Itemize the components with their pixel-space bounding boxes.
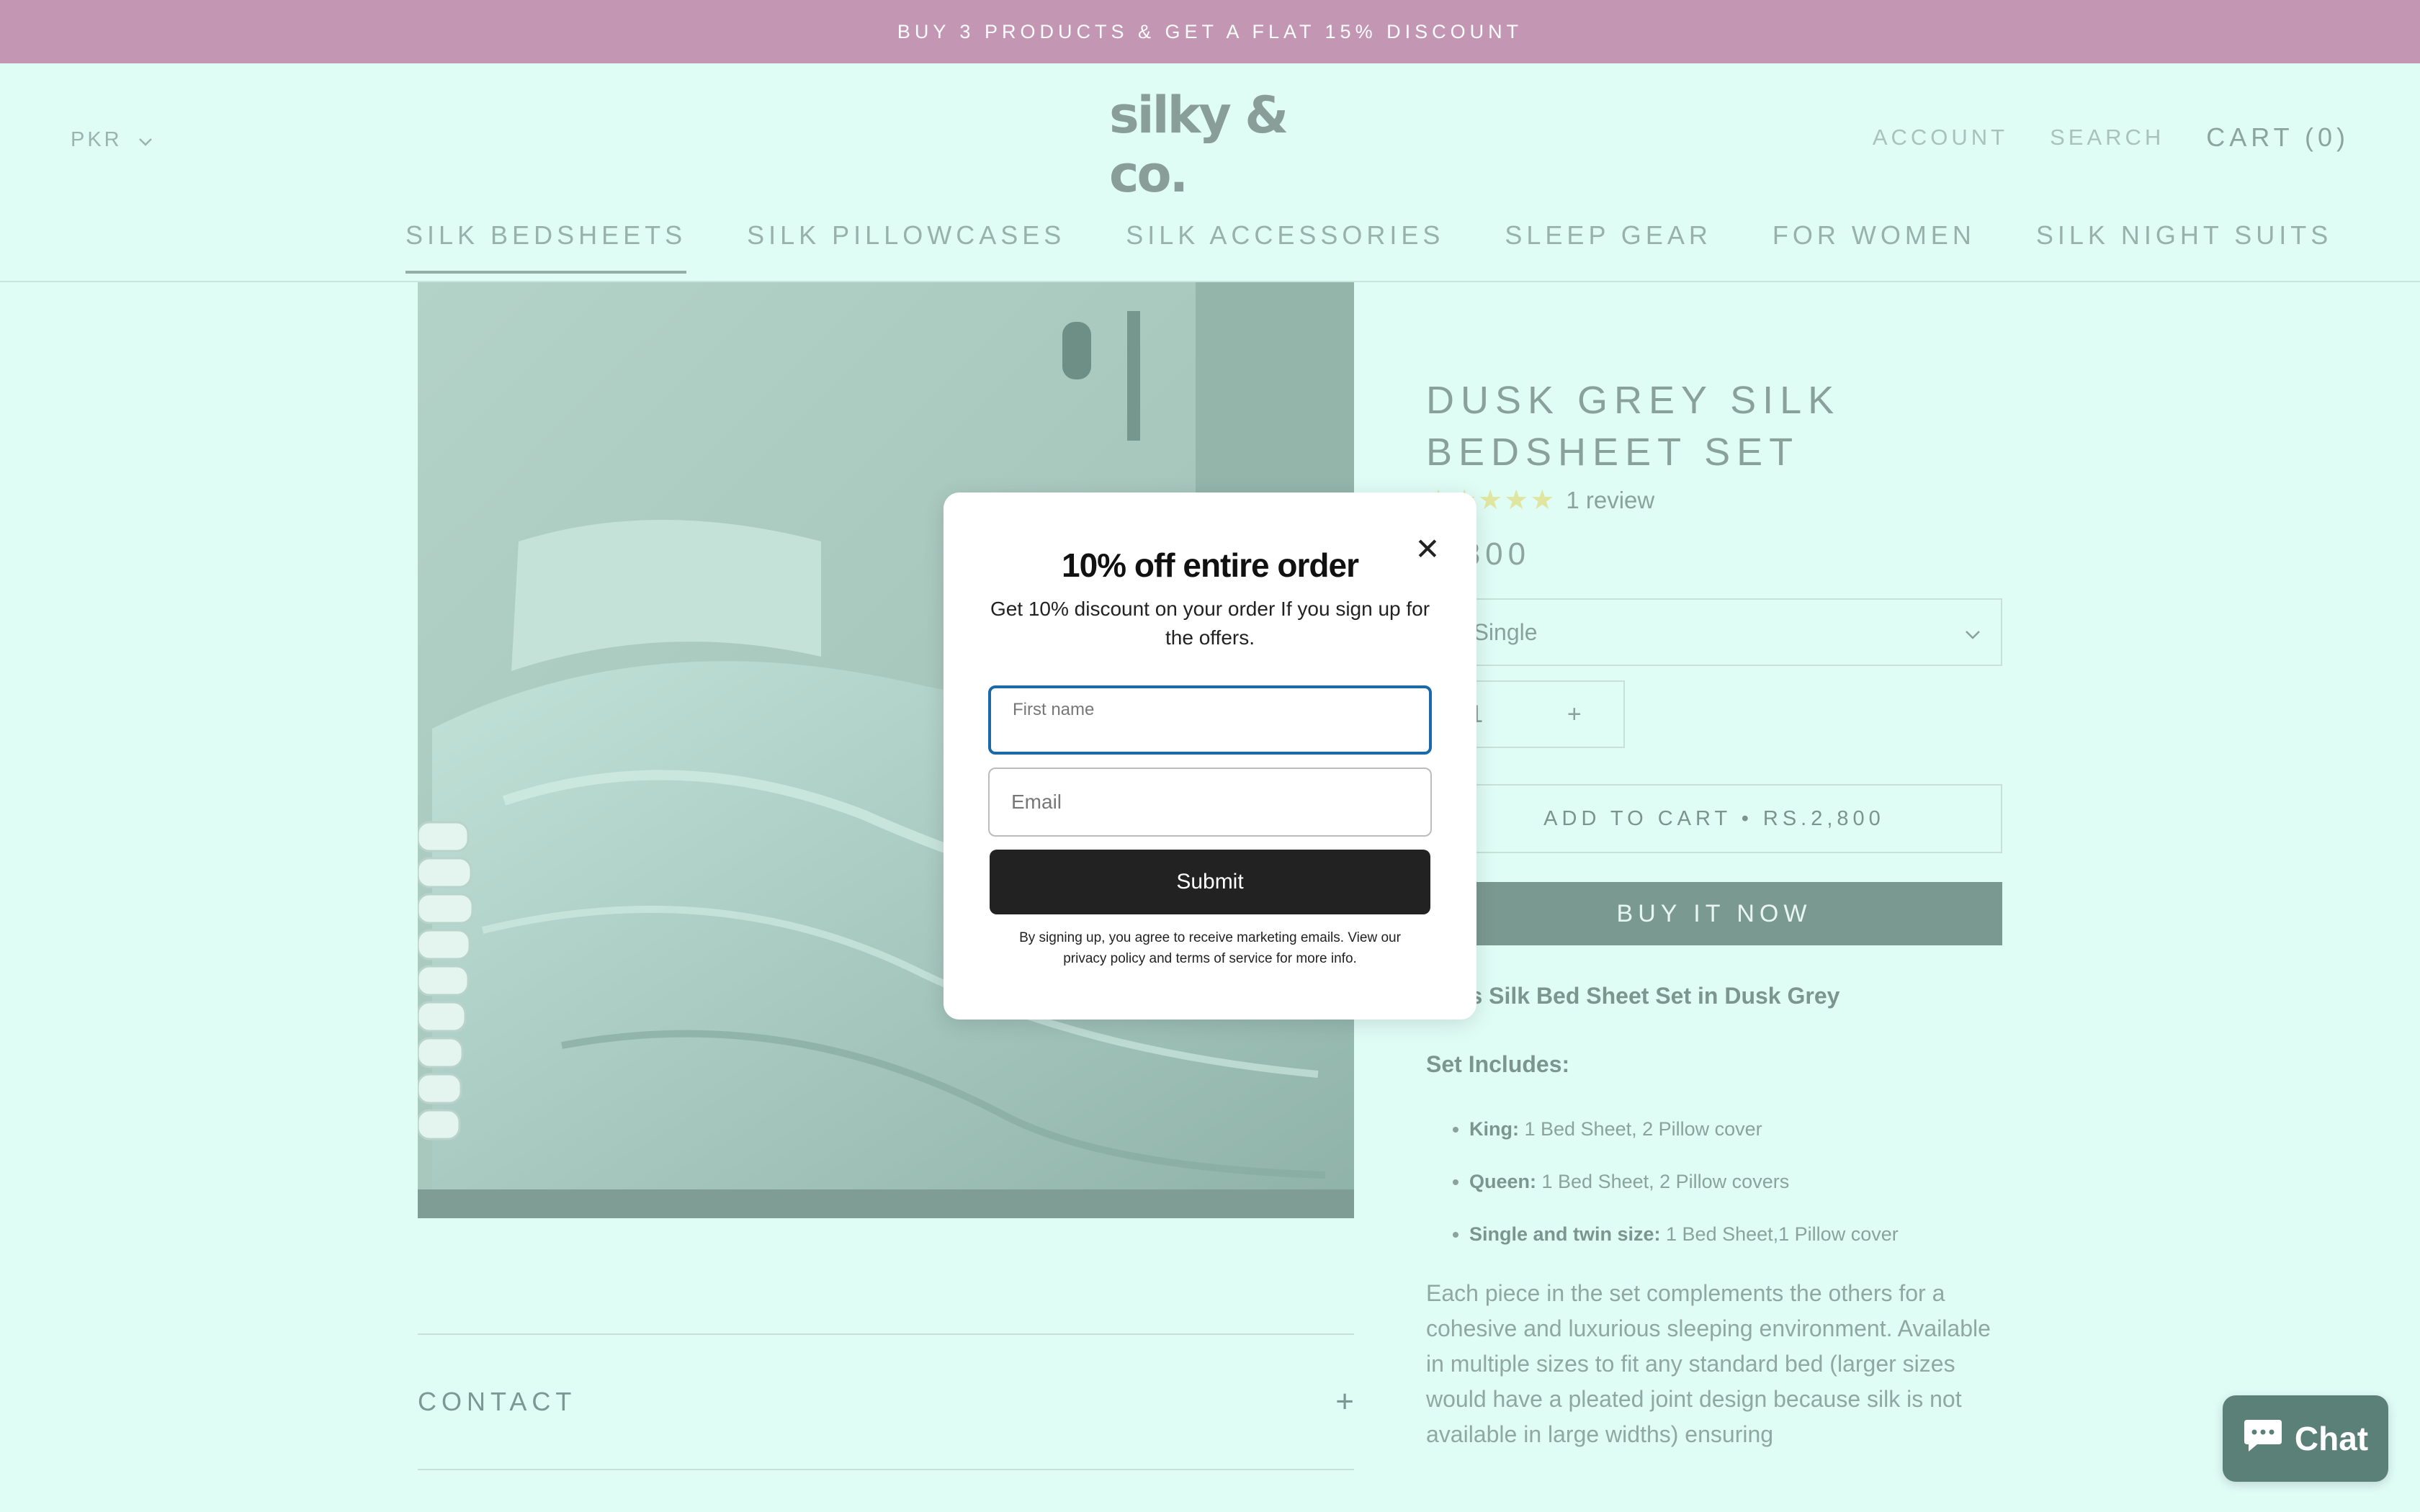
contact-label: CONTACT	[418, 1387, 577, 1416]
list-item-key: King:	[1469, 1118, 1519, 1140]
nav-item-silk-pillowcases[interactable]: SILK PILLOWCASES	[747, 220, 1065, 272]
signup-modal: ✕ 10% off entire order Get 10% discount …	[944, 492, 1476, 1020]
currency-selector[interactable]: PKR	[71, 128, 153, 152]
nav-item-sleep-gear[interactable]: SLEEP GEAR	[1505, 220, 1711, 272]
legal-text: By signing up, you agree to receive mark…	[1019, 930, 1401, 966]
list-item-value: 1 Bed Sheet, 2 Pillow cover	[1518, 1118, 1762, 1140]
list-item-key: Single and twin size:	[1469, 1223, 1661, 1245]
nav-item-for-women[interactable]: FOR WOMEN	[1773, 220, 1976, 272]
plus-icon: +	[1335, 1384, 1354, 1419]
list-item-value: 1 Bed Sheet, 2 Pillow covers	[1536, 1171, 1790, 1192]
list-item-key: Queen:	[1469, 1171, 1537, 1192]
set-includes-list: King: 1 Bed Sheet, 2 Pillow cover Queen:…	[1426, 1118, 2002, 1246]
contact-accordion[interactable]: CONTACT +	[418, 1333, 1354, 1470]
buy-now-button[interactable]: BUY IT NOW	[1426, 882, 2002, 945]
modal-title: 10% off entire order	[1062, 546, 1359, 584]
cart-link[interactable]: CART (0)	[2206, 122, 2349, 153]
add-to-cart-button[interactable]: ADD TO CART • RS.2,800	[1426, 784, 2002, 853]
product-title: DUSK GREY SILK BEDSHEET SET	[1426, 379, 1841, 474]
list-item: Single and twin size: 1 Bed Sheet,1 Pill…	[1469, 1223, 2002, 1246]
nav-item-silk-bedsheets[interactable]: SILK BEDSHEETS	[405, 220, 687, 274]
email-placeholder: Email	[1011, 791, 1062, 813]
site-logo[interactable]: silky & co.	[1109, 86, 1311, 204]
nav-item-silk-accessories[interactable]: SILK ACCESSORIES	[1126, 220, 1444, 272]
nav-item-silk-night-suits[interactable]: SILK NIGHT SUITS	[2036, 220, 2332, 272]
account-link[interactable]: ACCOUNT	[1873, 125, 2008, 150]
description-heading: rious Silk Bed Sheet Set in Dusk Grey	[1426, 983, 1840, 1009]
product-rating[interactable]: ★★★★★ 1 review	[1426, 484, 2002, 516]
email-field[interactable]: Email	[988, 768, 1432, 837]
main-nav: SILK BEDSHEETS SILK PILLOWCASES SILK ACC…	[405, 220, 2332, 274]
product-info: DUSK GREY SILK BEDSHEET SET ★★★★★ 1 revi…	[1426, 374, 2002, 1452]
first-name-label: First name	[1013, 700, 1095, 719]
chevron-down-icon	[138, 128, 153, 152]
chat-button[interactable]: Chat	[2223, 1395, 2388, 1482]
list-item: Queen: 1 Bed Sheet, 2 Pillow covers	[1469, 1171, 2002, 1193]
announcement-bar: BUY 3 PRODUCTS & GET A FLAT 15% DISCOUNT	[0, 0, 2420, 63]
site-header: PKR silky & co. ACCOUNT SEARCH CART (0) …	[0, 63, 2420, 282]
list-item: King: 1 Bed Sheet, 2 Pillow cover	[1469, 1118, 2002, 1140]
header-actions: ACCOUNT SEARCH CART (0)	[1873, 122, 2349, 153]
first-name-field[interactable]: First name	[988, 685, 1432, 755]
product-price: 2,800	[1426, 536, 1531, 572]
set-includes-heading: Set Includes:	[1426, 1051, 1570, 1077]
logo-text: silky & co.	[1109, 86, 1289, 204]
search-link[interactable]: SEARCH	[2050, 125, 2164, 150]
quantity-plus-button[interactable]: +	[1567, 701, 1582, 729]
description-paragraph: Each piece in the set complements the ot…	[1426, 1280, 1991, 1447]
size-select[interactable]: e: Single	[1426, 598, 2002, 666]
chat-label: Chat	[2294, 1420, 2369, 1457]
list-item-value: 1 Bed Sheet,1 Pillow cover	[1660, 1223, 1899, 1245]
submit-button[interactable]: Submit	[990, 850, 1430, 914]
chevron-down-icon	[1965, 619, 1981, 646]
currency-label: PKR	[71, 128, 122, 151]
review-count: 1 review	[1566, 486, 1655, 513]
modal-subtitle: Get 10% discount on your order If you si…	[990, 598, 1430, 649]
announcement-text: BUY 3 PRODUCTS & GET A FLAT 15% DISCOUNT	[897, 20, 1523, 42]
chat-bubble-icon	[2243, 1417, 2283, 1461]
